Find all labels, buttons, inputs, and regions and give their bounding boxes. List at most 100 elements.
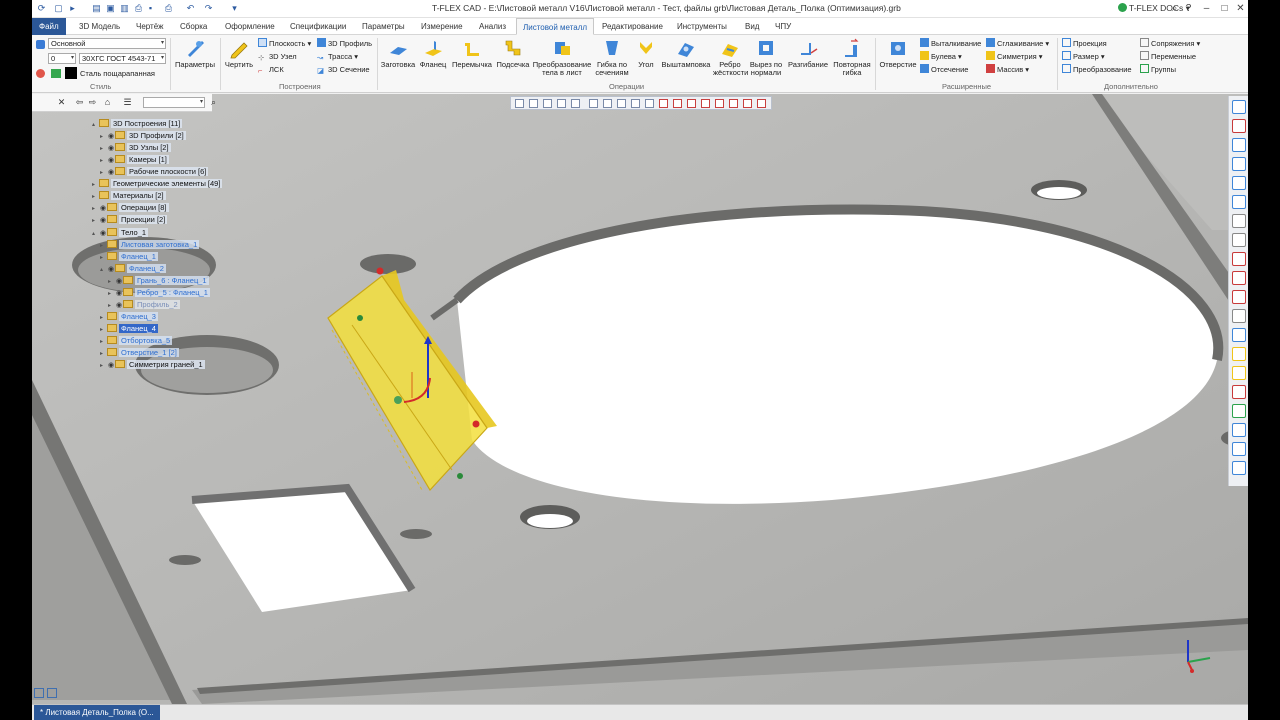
array-button[interactable]: Массив ▾	[986, 64, 1029, 75]
filter5-icon[interactable]	[715, 99, 724, 108]
visibility-eye-icon[interactable]: ◉	[99, 215, 107, 226]
point-red-2[interactable]	[472, 420, 480, 428]
filter3-icon[interactable]	[687, 99, 696, 108]
visibility-eye-icon[interactable]: ◉	[107, 360, 115, 371]
point-red-1[interactable]	[376, 267, 384, 275]
visibility-eye-icon[interactable]: ◉	[115, 276, 123, 287]
tree-item[interactable]: ▸ ◉ 3D Профили [2]	[100, 130, 186, 141]
standard-combo[interactable]: 30ХГС ГОСТ 4543-71 ▾	[79, 53, 166, 64]
visibility-eye-icon[interactable]: ◉	[107, 155, 115, 166]
tree-item[interactable]: ▸ ◉ Профиль_2	[108, 299, 180, 310]
grid-icon[interactable]	[617, 99, 626, 108]
expand-icon[interactable]: ▴	[92, 120, 99, 131]
lsk-button[interactable]: ⌐ ЛСК	[258, 64, 284, 75]
visibility-eye-icon[interactable]: ◉	[115, 288, 123, 299]
select-vertices-icon[interactable]	[557, 99, 566, 108]
tree-item[interactable]: ▸ ◉ Симметрия граней_1	[100, 359, 205, 370]
tree-item[interactable]: ▸ Отверстие_1 [2]	[100, 347, 179, 358]
tab-3d-model[interactable]: 3D Модель	[79, 18, 120, 35]
tree-item[interactable]: ▸ ◉ Операции [8]	[92, 202, 169, 213]
redo-icon[interactable]: ↷	[202, 2, 215, 15]
variables-button[interactable]: Переменные	[1140, 51, 1196, 62]
tab-cnc[interactable]: ЧПУ	[775, 18, 791, 35]
tree-item[interactable]: ▸ ◉ Рабочие плоскости [6]	[100, 166, 209, 177]
symmetry-button[interactable]: Симметрия ▾	[986, 51, 1043, 62]
tree-search-icon[interactable]: ⌕	[208, 97, 219, 108]
visibility-eye-icon[interactable]: ◉	[107, 264, 115, 275]
pan-icon[interactable]	[1232, 233, 1246, 247]
orbit-icon[interactable]	[1232, 214, 1246, 228]
select-ops-icon[interactable]	[589, 99, 598, 108]
projection-button[interactable]: Проекция	[1062, 38, 1107, 49]
groups-button[interactable]: Группы	[1140, 64, 1176, 75]
filter8-icon[interactable]	[757, 99, 766, 108]
help-icon[interactable]: ?	[1182, 2, 1195, 15]
filter7-icon[interactable]	[743, 99, 752, 108]
tree-item[interactable]: ▸ ◉ Камеры [1]	[100, 154, 169, 165]
path-button[interactable]: ↝ Трасса ▾	[317, 51, 358, 62]
display-icon[interactable]	[1232, 404, 1246, 418]
tab-assembly[interactable]: Сборка	[180, 18, 207, 35]
normal-cut-button[interactable]: Вырез по нормали	[748, 37, 784, 77]
tab-measurement[interactable]: Измерение	[421, 18, 463, 35]
tree-item[interactable]: ▸ Фланец_4	[100, 323, 158, 334]
body-to-sheet-button[interactable]: Преобразование тела в лист	[532, 37, 592, 77]
loft-bend-button[interactable]: Гибка по сечениям	[593, 37, 631, 77]
camera-icon[interactable]	[1232, 461, 1246, 475]
tree-item[interactable]: ▴ 3D Построения [11]	[92, 118, 183, 131]
unbend-button[interactable]: Разгибание	[786, 37, 830, 69]
section-view-icon[interactable]	[1232, 328, 1246, 342]
tab-formatting[interactable]: Оформление	[225, 18, 275, 35]
draw-button[interactable]: Чертить	[222, 37, 256, 69]
document-tab[interactable]: * Листовая Деталь_Полка (О...	[34, 705, 160, 720]
zoom-fit-icon[interactable]	[1232, 176, 1246, 190]
tab-view[interactable]: Вид	[745, 18, 759, 35]
open-file-icon[interactable]: ▸	[66, 2, 79, 15]
cut-button[interactable]: Отсечение	[920, 64, 968, 75]
material-label[interactable]: Сталь пощарапанная	[80, 68, 155, 79]
sketch-icon[interactable]	[631, 99, 640, 108]
filter1-icon[interactable]	[659, 99, 668, 108]
filter4-icon[interactable]	[701, 99, 710, 108]
tab-tools[interactable]: Инструменты	[677, 18, 727, 35]
render-icon[interactable]	[1232, 347, 1246, 361]
back-icon[interactable]: ⇦	[74, 97, 85, 108]
boolean-button[interactable]: Булева ▾	[920, 51, 962, 62]
plane-button[interactable]: Плоскость ▾	[258, 38, 311, 49]
view-cube-icon[interactable]	[1232, 195, 1246, 209]
sheet-icon[interactable]	[1232, 252, 1246, 266]
select-edges-icon[interactable]	[543, 99, 552, 108]
point-green-2[interactable]	[457, 473, 463, 479]
smooth-button[interactable]: Сглаживание ▾	[986, 38, 1049, 49]
export-icon[interactable]	[1232, 423, 1246, 437]
list-view-icon[interactable]: ☰	[122, 97, 133, 108]
snap-icon[interactable]	[603, 99, 612, 108]
node-button[interactable]: ⊹ 3D Узел	[258, 51, 297, 62]
tree-item[interactable]: ▸ Листовая заготовка_1	[100, 239, 200, 250]
shade-icon[interactable]	[1232, 366, 1246, 380]
manipulator-origin[interactable]	[394, 396, 402, 404]
corner-button[interactable]: Угол	[633, 37, 659, 69]
hole-button[interactable]: Отверстие	[878, 37, 918, 69]
tab-drawing[interactable]: Чертёж	[136, 18, 164, 35]
visibility-eye-icon[interactable]: ◉	[115, 300, 123, 311]
point-green-1[interactable]	[357, 315, 363, 321]
tree-item[interactable]: ▴ ◉ Тело_1	[92, 227, 149, 239]
visibility-eye-icon[interactable]: ◉	[99, 228, 107, 239]
close-panel-icon[interactable]: ✕	[56, 97, 67, 108]
save-icon[interactable]: ▪	[144, 2, 157, 15]
magnet-icon[interactable]	[1232, 119, 1246, 133]
jog-button[interactable]: Подсечка	[494, 37, 532, 69]
select-filter-icon[interactable]	[515, 99, 524, 108]
filter6-icon[interactable]	[729, 99, 738, 108]
mates-button[interactable]: Сопряжения ▾	[1140, 38, 1200, 49]
print2-icon[interactable]: ⎙	[162, 2, 175, 15]
tab-parameters[interactable]: Параметры	[362, 18, 405, 35]
filter2-icon[interactable]	[673, 99, 682, 108]
select-bodies-icon[interactable]	[571, 99, 580, 108]
maximize-icon[interactable]: □	[1218, 2, 1231, 15]
tree-item[interactable]: ▸ Материалы [2]	[92, 190, 166, 201]
tree-item[interactable]: ▸ Отбортовка_5	[100, 335, 173, 346]
expand-icon[interactable]: ▸	[92, 216, 99, 227]
expand-icon[interactable]: ▴	[100, 265, 107, 276]
